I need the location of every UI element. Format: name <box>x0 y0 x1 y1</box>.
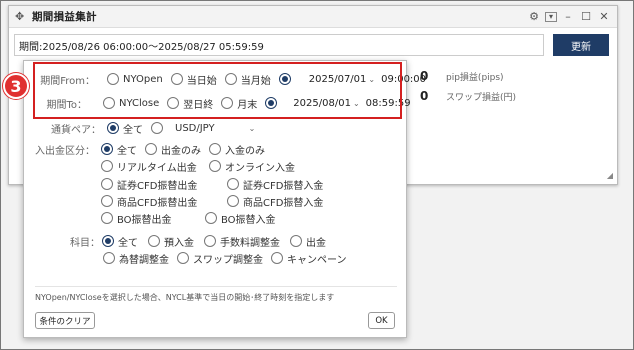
deposit-realtime-withdraw-radio[interactable]: リアルタイム出金 <box>101 159 201 174</box>
highlight-box <box>33 62 402 119</box>
subject-row-2: 為替調整金 スワップ調整金 キャンペーン <box>103 250 355 266</box>
currency-pair-row: 通貨ペア： 全て USD/JPY ⌄ <box>47 120 255 136</box>
deposit-type-row-5: BO振替出金 BO振替入金 <box>101 210 284 226</box>
stat-swap: 0 スワップ損益(円) <box>420 86 516 106</box>
subject-row-1: 科目： 全て 預入金 手数料調整金 出金 <box>62 233 334 249</box>
deposit-type-row-3: 証券CFD振替出金 証券CFD振替入金 <box>101 176 331 192</box>
chevron-down-icon: ⌄ <box>248 123 256 133</box>
deposit-bo-withdraw-radio[interactable]: BO振替出金 <box>101 211 197 226</box>
deposit-sec-cfd-deposit-radio[interactable]: 証券CFD振替入金 <box>227 177 323 192</box>
deposit-bo-deposit-radio[interactable]: BO振替入金 <box>205 211 276 226</box>
window-controls: ⚙ ▾ – ☐ ✕ <box>527 10 617 24</box>
pair-dropdown[interactable]: USD/JPY ⌄ <box>175 123 255 134</box>
move-icon[interactable]: ✥ <box>15 10 29 23</box>
currency-pair-label: 通貨ペア： <box>51 124 101 136</box>
subject-fx-adjust-radio[interactable]: 為替調整金 <box>103 251 169 266</box>
pair-all-radio[interactable]: 全て <box>107 121 143 136</box>
title-bar[interactable]: ✥ 期間損益集計 ⚙ ▾ – ☐ ✕ <box>9 6 617 28</box>
step-badge: 3 <box>3 73 29 99</box>
subject-campaign-radio[interactable]: キャンペーン <box>271 251 347 266</box>
subject-withdraw-radio[interactable]: 出金 <box>290 234 326 249</box>
resize-grip-icon[interactable]: ◢ <box>607 171 613 180</box>
deposit-all-radio[interactable]: 全て <box>101 142 137 157</box>
deposit-deposit-only-radio[interactable]: 入金のみ <box>209 142 265 157</box>
deposit-type-label: 入出金区分： <box>35 145 95 157</box>
subject-fee-adjust-radio[interactable]: 手数料調整金 <box>204 234 280 249</box>
deposit-com-cfd-deposit-radio[interactable]: 商品CFD振替入金 <box>227 194 323 209</box>
stat-swap-value: 0 <box>420 89 429 103</box>
deposit-type-row-4: 商品CFD振替出金 商品CFD振替入金 <box>101 193 331 209</box>
note-text: NYOpen/NYCloseを選択した場合、NYCL基準で当日の開始･終了時刻を… <box>35 293 335 302</box>
stat-pips: 0 pip損益(pips) <box>420 66 516 86</box>
maximize-icon[interactable]: ☐ <box>579 10 593 24</box>
close-icon[interactable]: ✕ <box>597 10 611 24</box>
subject-deposit-radio[interactable]: 預入金 <box>148 234 194 249</box>
clear-conditions-button[interactable]: 条件のクリア <box>35 312 95 329</box>
window-layout-icon[interactable]: ▾ <box>545 11 557 22</box>
ok-button[interactable]: OK <box>368 312 395 329</box>
deposit-type-row-1: 入出金区分： 全て 出金のみ 入金のみ <box>35 141 273 157</box>
stats-panel: 0 pip損益(pips) 0 スワップ損益(円) <box>420 66 516 106</box>
gear-icon[interactable]: ⚙ <box>527 10 541 24</box>
stat-swap-label: スワップ損益(円) <box>446 92 517 103</box>
deposit-sec-cfd-withdraw-radio[interactable]: 証券CFD振替出金 <box>101 177 219 192</box>
period-display[interactable]: 期間:2025/08/26 06:00:00〜2025/08/27 05:59:… <box>14 34 544 56</box>
subject-label: 科目： <box>70 237 100 249</box>
subject-all-radio[interactable]: 全て <box>102 234 138 249</box>
pair-select-radio[interactable] <box>151 122 167 134</box>
deposit-type-row-2: リアルタイム出金 オンライン入金 <box>101 158 303 174</box>
subject-swap-adjust-radio[interactable]: スワップ調整金 <box>177 251 263 266</box>
divider <box>35 286 397 287</box>
update-button[interactable]: 更新 <box>553 34 609 56</box>
deposit-withdraw-only-radio[interactable]: 出金のみ <box>145 142 201 157</box>
window-title: 期間損益集計 <box>32 11 97 23</box>
minimize-icon[interactable]: – <box>561 10 575 24</box>
deposit-online-radio[interactable]: オンライン入金 <box>209 159 295 174</box>
deposit-com-cfd-withdraw-radio[interactable]: 商品CFD振替出金 <box>101 194 219 209</box>
stat-pips-label: pip損益(pips) <box>446 72 504 83</box>
